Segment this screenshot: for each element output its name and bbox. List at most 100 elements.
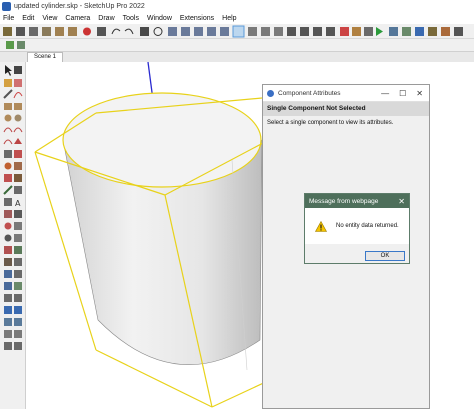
left-tools-group[interactable]: A [3, 65, 23, 350]
plugin-row2-a-icon[interactable] [6, 41, 14, 49]
redo-icon[interactable] [124, 28, 134, 35]
follow-me-icon[interactable] [14, 162, 22, 170]
menu-extensions[interactable]: Extensions [180, 15, 214, 22]
plugin-row2-b-icon[interactable] [17, 41, 25, 49]
plugin-h-icon[interactable] [454, 27, 463, 36]
sandbox-icon[interactable] [4, 282, 12, 290]
components-icon[interactable] [4, 318, 12, 326]
solid-tools-icon[interactable] [4, 294, 12, 302]
move-icon[interactable] [4, 150, 12, 158]
three-point-arc-icon[interactable] [3, 139, 13, 145]
entity-info-icon[interactable] [14, 342, 22, 350]
sandbox-drape-icon[interactable] [14, 282, 22, 290]
front-view-icon[interactable] [194, 27, 203, 36]
styles-icon[interactable] [4, 330, 12, 338]
section-plane-icon[interactable] [4, 270, 12, 278]
look-around-icon[interactable] [14, 258, 22, 266]
text-tool-icon[interactable]: A [15, 199, 21, 208]
offset-icon[interactable] [14, 174, 22, 182]
layout-icon[interactable] [313, 27, 322, 36]
wireframe-style-icon[interactable] [248, 27, 257, 36]
zoom-extents-icon[interactable] [4, 246, 12, 254]
shaded-style-icon[interactable] [274, 27, 283, 36]
play-icon[interactable] [376, 27, 383, 36]
line-tool-icon[interactable] [3, 89, 13, 99]
outliner-icon[interactable] [4, 342, 12, 350]
hidden-line-style-icon[interactable] [261, 27, 270, 36]
camera-icon[interactable] [140, 27, 149, 36]
section-display-icon[interactable] [14, 270, 22, 278]
message-dialog-close-button[interactable]: ✕ [398, 197, 405, 206]
warehouse-icon[interactable] [4, 306, 12, 314]
menu-file[interactable]: File [3, 15, 14, 22]
tags-icon[interactable] [14, 330, 22, 338]
scale-icon[interactable] [4, 174, 12, 182]
undo-icon[interactable] [111, 28, 121, 35]
scene-tab[interactable]: Scene 1 [27, 52, 64, 62]
top-view-icon[interactable] [181, 27, 190, 36]
share-model-icon[interactable] [14, 306, 22, 314]
plugin-e-icon[interactable] [415, 27, 424, 36]
menu-help[interactable]: Help [222, 15, 236, 22]
save-icon[interactable] [29, 27, 38, 36]
plugin-c-icon[interactable] [389, 27, 398, 36]
zoom-window-icon[interactable] [14, 234, 22, 242]
rectangle-icon[interactable] [4, 103, 12, 110]
3d-warehouse-icon[interactable] [287, 27, 296, 36]
make-component-icon[interactable] [14, 66, 22, 74]
polygon-icon[interactable] [14, 114, 22, 122]
tape-measure-icon[interactable] [3, 185, 13, 195]
plugin-g-icon[interactable] [441, 27, 450, 36]
materials-icon[interactable] [14, 318, 22, 326]
menu-tools[interactable]: Tools [123, 15, 139, 22]
xray-style-icon[interactable] [232, 25, 245, 38]
menu-camera[interactable]: Camera [65, 15, 90, 22]
zoom-icon[interactable] [4, 234, 12, 242]
menu-edit[interactable]: Edit [22, 15, 34, 22]
open-file-icon[interactable] [16, 27, 25, 36]
secondary-tool-icons[interactable] [6, 41, 25, 49]
cut-icon[interactable] [42, 27, 51, 36]
circle-icon[interactable] [4, 114, 12, 122]
3d-text-icon[interactable] [14, 210, 22, 218]
outer-shell-icon[interactable] [14, 294, 22, 302]
plugin-a-icon[interactable] [352, 27, 361, 36]
orbit-icon[interactable] [153, 27, 163, 36]
arc-icon[interactable] [3, 127, 13, 133]
push-pull-icon[interactable] [14, 150, 22, 158]
position-camera-icon[interactable] [14, 246, 22, 254]
plugin-b-icon[interactable] [364, 27, 373, 36]
axes-icon[interactable] [4, 210, 12, 218]
rotate-icon[interactable] [4, 162, 12, 170]
copy-icon[interactable] [55, 27, 64, 36]
walk-icon[interactable] [4, 258, 12, 266]
select-tool-icon[interactable] [3, 27, 12, 36]
tool-icons-row[interactable] [3, 25, 463, 38]
plugin-f-icon[interactable] [428, 27, 437, 36]
pie-icon[interactable] [14, 138, 22, 144]
ruby-console-icon[interactable] [340, 27, 349, 36]
close-button[interactable]: ✕ [416, 89, 423, 98]
paint-bucket-icon[interactable] [4, 79, 12, 87]
plugin-d-icon[interactable] [402, 27, 411, 36]
eraser-icon[interactable] [14, 79, 22, 87]
freehand-icon[interactable] [13, 92, 23, 99]
back-view-icon[interactable] [220, 27, 229, 36]
select-arrow-icon[interactable] [5, 65, 12, 76]
two-point-arc-icon[interactable] [13, 127, 23, 133]
rotated-rect-icon[interactable] [14, 103, 22, 110]
minimize-button[interactable]: — [381, 89, 389, 98]
print-icon[interactable] [97, 27, 106, 36]
orbit-tool-icon[interactable] [4, 222, 12, 230]
maximize-button[interactable]: ☐ [399, 89, 406, 98]
menu-view[interactable]: View [42, 15, 57, 22]
pan-icon[interactable] [14, 222, 22, 230]
erase-icon[interactable] [83, 27, 91, 36]
menu-window[interactable]: Window [147, 15, 172, 22]
ok-button[interactable]: OK [365, 251, 405, 261]
menu-draw[interactable]: Draw [98, 15, 114, 22]
right-view-icon[interactable] [207, 27, 216, 36]
extension-manager-icon[interactable] [326, 27, 335, 36]
dimension-icon[interactable] [14, 186, 22, 194]
extension-warehouse-icon[interactable] [300, 27, 309, 36]
